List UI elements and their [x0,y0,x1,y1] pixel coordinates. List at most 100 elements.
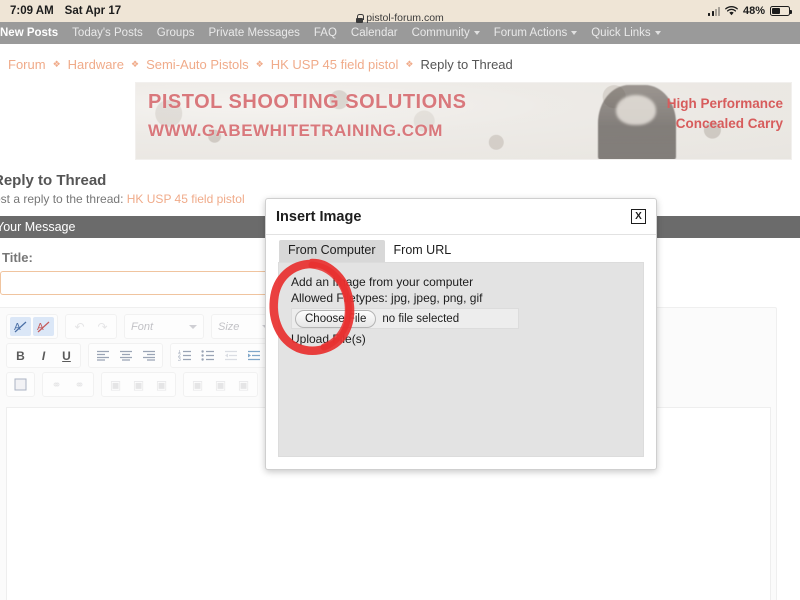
status-bar-right: 48% [708,5,792,17]
battery-percent-label: 48% [742,5,765,17]
toolbar-group-insert[interactable]: ⚭ ⚭ [42,372,94,397]
chevron-down-icon [189,324,197,329]
dialog-header: Insert Image X [266,199,656,235]
banner-tagline-line1: High Performance [666,96,783,111]
redo-icon[interactable]: ↷ [92,317,113,336]
nav-item-forum-actions[interactable]: Forum Actions [487,27,585,39]
toolbar-group-style[interactable]: B I U [6,343,81,368]
font-select[interactable]: Font [128,317,200,336]
advertisement-banner[interactable]: PISTOL SHOOTING SOLUTIONS WWW.GABEWHITET… [135,82,792,160]
breadcrumb[interactable]: Forum ❖ Hardware ❖ Semi-Auto Pistols ❖ HK USP … [0,44,800,82]
insert-quote-icon[interactable]: ▣ [151,375,172,394]
breadcrumb-item-hk-usp-45-field-pistol[interactable]: HK USP 45 field pistol [271,57,399,72]
dialog-tab-from-url[interactable]: From URL [384,240,461,262]
ordered-list-icon[interactable]: 123 [174,346,195,365]
chevron-down-icon [473,31,480,35]
breadcrumb-item-hardware[interactable]: Hardware [68,57,124,72]
toolbar-group-lists[interactable]: 123 [170,343,268,368]
align-center-icon[interactable] [115,346,136,365]
breadcrumb-separator: ❖ [131,59,140,69]
font-select-value: Font [131,320,154,333]
ios-status-bar: 7:09 AM Sat Apr 17 48% [0,0,800,22]
align-left-icon[interactable] [92,346,113,365]
site-navigation-bar[interactable]: New Posts Today's Posts Groups Private Mess… [0,22,800,44]
italic-icon[interactable]: I [33,346,54,365]
nav-item-faq[interactable]: FAQ [307,27,344,39]
banner-headline: PISTOL SHOOTING SOLUTIONS [148,91,467,113]
insert-link-icon[interactable]: ⚭ [46,375,67,394]
reply-subtitle-prefix: Post a reply to the thread: [0,192,124,206]
nav-item-label: Groups [156,27,195,39]
nav-item-private-messages[interactable]: Private Messages [201,27,306,39]
banner-tagline-line2: Concealed Carry [675,116,783,131]
nav-item-calendar[interactable]: Calendar [344,27,405,39]
signal-bars-icon [708,6,720,16]
dialog-tabs[interactable]: From Computer From URL [266,235,656,262]
nav-item-label: FAQ [313,27,337,39]
breadcrumb-item-semi-auto-pistols[interactable]: Semi-Auto Pistols [146,57,249,72]
nav-item-label: Quick Links [591,27,651,39]
allowed-filetypes-label: Allowed Filetypes: jpg, jpeg, png, gif [291,290,483,305]
banner-website: WWW.GABEWHITETRAINING.COM [148,121,443,140]
chevron-down-icon [654,31,661,35]
nav-item-new-posts[interactable]: New Posts [0,27,65,39]
file-input-row[interactable]: Choose File no file selected [291,308,519,330]
unlink-icon[interactable]: ⚭ [69,375,90,394]
insert-image-icon[interactable]: ▣ [105,375,126,394]
close-icon[interactable]: X [631,209,646,224]
insert-code-icon[interactable]: ▣ [187,375,208,394]
toolbar-group-history[interactable]: ↶ ↷ [65,314,117,339]
nav-item-today-s-posts[interactable]: Today's Posts [65,27,150,39]
banner-shooter-figure [598,85,676,159]
outdent-icon[interactable] [220,346,241,365]
color-swatch-icon[interactable] [10,375,31,394]
your-message-label: Your Message [0,220,76,234]
chevron-down-icon [571,31,578,35]
toolbar-group-align[interactable] [88,343,163,368]
insert-image-dialog: Insert Image X From Computer From URL Add… [265,198,657,470]
nav-item-label: Calendar [350,27,398,39]
remove-formatting-icon[interactable]: A [10,317,31,336]
nav-item-quick-links[interactable]: Quick Links [584,27,667,39]
breadcrumb-separator: ❖ [255,59,264,69]
insert-html-icon[interactable]: ▣ [233,375,254,394]
toolbar-group-format[interactable]: A A [6,314,58,339]
dialog-title: Insert Image [276,208,362,225]
upload-files-button[interactable]: Upload File(s) [291,332,631,346]
dialog-description: Add an Image from your computer [291,275,474,289]
nav-item-label: Forum Actions [493,27,568,39]
breadcrumb-item-forum[interactable]: Forum [8,57,46,72]
nav-item-community[interactable]: Community [405,27,487,39]
nav-item-groups[interactable]: Groups [150,27,202,39]
font-color-icon[interactable]: A [33,317,54,336]
underline-icon[interactable]: U [56,346,77,365]
toolbar-group-color[interactable] [6,372,35,397]
status-bar-time: 7:09 AM [10,5,54,17]
nav-item-label: Today's Posts [72,27,143,39]
choose-file-button[interactable]: Choose File [295,309,377,328]
toolbar-group-code[interactable]: ▣ ▣ ▣ [183,372,258,397]
status-bar-left: 7:09 AM Sat Apr 17 [10,5,121,17]
breadcrumb-separator: ❖ [405,59,414,69]
reply-thread-link[interactable]: HK USP 45 field pistol [127,192,245,206]
insert-php-icon[interactable]: ▣ [210,375,231,394]
toolbar-group-font[interactable]: Font [124,314,204,339]
dialog-tab-from-computer[interactable]: From Computer [279,240,385,262]
svg-text:3: 3 [178,357,181,361]
screen: 7:09 AM Sat Apr 17 48% pistol-forum.com … [0,0,800,600]
unordered-list-icon[interactable] [197,346,218,365]
toolbar-group-media[interactable]: ▣ ▣ ▣ [101,372,176,397]
file-status-label: no file selected [382,312,460,325]
breadcrumb-item-reply-to-thread: Reply to Thread [420,57,513,72]
insert-video-icon[interactable]: ▣ [128,375,149,394]
align-right-icon[interactable] [138,346,159,365]
page-title: Reply to Thread [0,172,107,189]
nav-item-label: New Posts [0,27,59,39]
indent-icon[interactable] [243,346,264,365]
breadcrumb-separator: ❖ [52,59,61,69]
wifi-icon [725,6,738,16]
status-bar-date: Sat Apr 17 [64,5,122,17]
bold-icon[interactable]: B [10,346,31,365]
dialog-body-from-computer: Add an Image from your computer Allowed … [278,262,644,457]
undo-icon[interactable]: ↶ [69,317,90,336]
